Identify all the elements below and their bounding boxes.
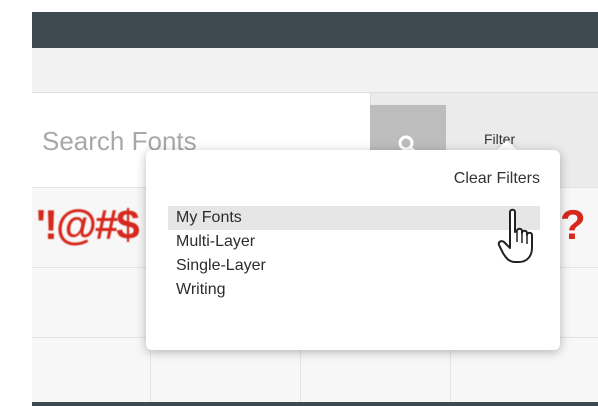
app-header — [32, 12, 598, 48]
filter-option-my-fonts[interactable]: My Fonts — [168, 206, 540, 230]
hand-pointer-icon — [497, 208, 533, 263]
filter-option-single-layer[interactable]: Single-Layer — [168, 254, 540, 278]
filter-options-list: My Fonts Multi-Layer Single-Layer Writin… — [168, 206, 540, 302]
font-preview-text[interactable]: '!@#$ — [36, 201, 140, 249]
filter-option-multi-layer[interactable]: Multi-Layer — [168, 230, 540, 254]
font-preview-text-2[interactable]: ? — [560, 201, 586, 249]
filter-option-writing[interactable]: Writing — [168, 278, 540, 302]
clear-filters-link[interactable]: Clear Filters — [454, 170, 540, 188]
bottom-border — [32, 402, 598, 406]
